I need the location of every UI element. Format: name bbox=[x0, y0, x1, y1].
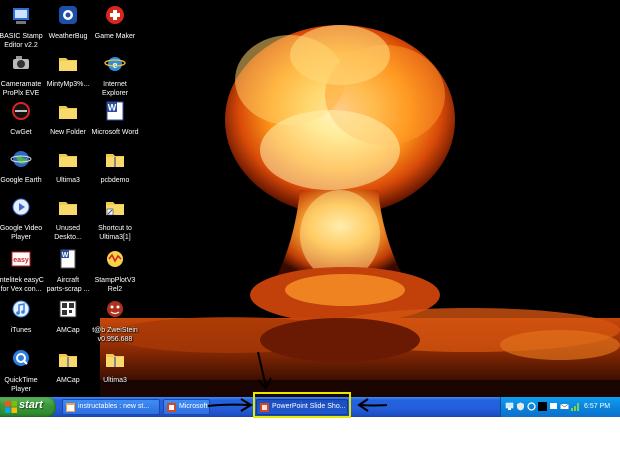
desktop-icon-label: pcbdemo bbox=[100, 177, 130, 184]
desktop-icon-stampplot[interactable]: StampPlotV3 Rel2 bbox=[84, 248, 146, 294]
powerpoint-icon bbox=[167, 403, 176, 412]
folder-icon bbox=[59, 58, 77, 71]
desktop-icon-label: Player bbox=[11, 385, 31, 393]
quicktime-icon bbox=[13, 350, 29, 366]
desktop-icon-label: ProPlx EVE bbox=[2, 89, 40, 97]
word-doc-icon: W bbox=[60, 249, 76, 269]
desktop-icon-label: t@b ZweiStein bbox=[92, 327, 138, 334]
desktop-icon-shortcut-ultima3[interactable]: Shortcut to Ultima3[1] bbox=[84, 196, 146, 242]
windows-flag-icon bbox=[5, 401, 17, 413]
camera-icon bbox=[13, 56, 29, 69]
highlight-box bbox=[253, 392, 351, 418]
svg-text:e: e bbox=[113, 59, 118, 71]
desktop-icon-label: v0.956.688 bbox=[97, 335, 133, 343]
desktop-icon-label: Internet bbox=[103, 81, 127, 88]
desktop-icon-pcbdemo[interactable]: pcbdemo bbox=[84, 148, 146, 186]
desktop-icon-game-maker[interactable]: Game Maker bbox=[84, 4, 146, 42]
desktop-icon-internet-explorer[interactable]: e Internet Explorer bbox=[84, 52, 146, 98]
desktop-icon-label: Shortcut to bbox=[98, 225, 132, 232]
desktop-icon-microsoft-word[interactable]: W Microsoft Word bbox=[84, 100, 146, 138]
folder-zip-icon bbox=[106, 154, 124, 167]
desktop-icon-ultima3-zip[interactable]: Ultima3 bbox=[84, 348, 146, 386]
itunes-icon bbox=[12, 300, 30, 318]
task-label: instructables : new st... bbox=[78, 403, 150, 410]
google-video-icon bbox=[12, 198, 30, 216]
desktop-icon-label: StampPlotV3 bbox=[94, 277, 136, 284]
arrow-right-annotation-icon bbox=[207, 398, 253, 412]
svg-text:W: W bbox=[62, 252, 69, 259]
easyc-icon: easy bbox=[11, 251, 31, 267]
svg-text:W: W bbox=[108, 103, 117, 113]
desktop-icon-label: Ultima3 bbox=[103, 377, 127, 384]
game-maker-icon bbox=[106, 6, 124, 24]
svg-text:easy: easy bbox=[13, 257, 29, 264]
internet-explorer-icon: e bbox=[104, 57, 126, 71]
amcap-icon bbox=[59, 300, 77, 318]
update-icon[interactable] bbox=[527, 402, 536, 411]
display-icon[interactable] bbox=[549, 402, 558, 411]
start-button[interactable]: start bbox=[0, 397, 56, 417]
folder-icon bbox=[59, 106, 77, 119]
desktop-icon-label: Rel2 bbox=[107, 285, 123, 293]
arrow-left-annotation-icon bbox=[357, 398, 388, 412]
monitor-icon[interactable] bbox=[538, 402, 547, 411]
folder-zip-icon bbox=[106, 354, 124, 367]
task-instructables[interactable]: instructables : new st... bbox=[62, 399, 160, 415]
shield-icon[interactable] bbox=[516, 402, 525, 411]
desktop-icon-label: Ultima3[1] bbox=[99, 233, 131, 241]
folder-icon bbox=[59, 202, 77, 215]
desktop-icon-label: Microsoft Word bbox=[91, 129, 139, 136]
weatherbug-icon bbox=[59, 6, 77, 24]
folder-shortcut-icon bbox=[106, 202, 124, 216]
google-earth-icon bbox=[10, 151, 32, 167]
cwget-icon bbox=[12, 102, 30, 120]
desktop-icon-label: Game Maker bbox=[94, 33, 136, 40]
start-label: start bbox=[19, 399, 43, 411]
browser-icon bbox=[66, 403, 75, 412]
mail-icon[interactable] bbox=[560, 402, 569, 411]
task-microsoft-powerpoint[interactable]: Microsoft P... bbox=[163, 399, 210, 415]
desktop-icon-zweistein[interactable]: t@b ZweiStein v0.956.688 bbox=[84, 298, 146, 344]
folder-icon bbox=[59, 154, 77, 167]
desktop-icon-label: Explorer bbox=[101, 89, 129, 97]
arrow-down-annotation-icon bbox=[257, 351, 272, 390]
desktop[interactable]: BASIC Stamp Editor v2.2 WeatherBug Game … bbox=[0, 0, 620, 397]
zweistein-icon bbox=[107, 301, 123, 317]
stamp-editor-icon bbox=[13, 8, 29, 24]
signal-icon[interactable] bbox=[571, 402, 580, 411]
folder-zip-icon bbox=[59, 354, 77, 367]
desktop-icon-label: Editor v2.2 bbox=[4, 41, 38, 49]
word-icon: W bbox=[106, 101, 124, 121]
stampplot-icon bbox=[107, 251, 123, 267]
clock: 6:57 PM bbox=[584, 403, 611, 410]
network-icon[interactable] bbox=[505, 402, 514, 411]
